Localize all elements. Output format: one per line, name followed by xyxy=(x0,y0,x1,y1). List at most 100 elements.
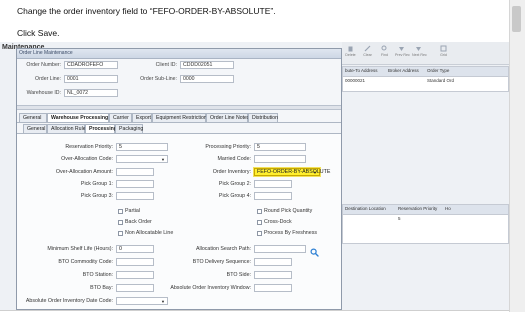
chevron-down-icon: ▼ xyxy=(313,170,317,175)
pick-group-3-field[interactable] xyxy=(116,192,154,200)
toolbar-prev-record-label: Prev Rec xyxy=(395,53,410,57)
reservation-priority-field[interactable]: 5 xyxy=(116,143,168,151)
order-inventory-dropdown[interactable]: FEFO-ORDER-BY-ABSOLUTE ▼ xyxy=(254,168,330,176)
client-id-field[interactable]: CDDD02051 xyxy=(180,61,234,69)
toolbar-next-record-button[interactable]: Next Rec xyxy=(412,45,427,57)
find-icon xyxy=(381,45,388,52)
processing-tab-panel: Reservation Priority: 5 Processing Prior… xyxy=(17,134,341,309)
grid-header-cell: Order Type xyxy=(427,68,450,73)
tab-order-line-notes[interactable]: Order Line Notes xyxy=(206,113,250,122)
order-subline-label: Order Sub-Line: xyxy=(140,76,177,82)
tab-warehouse-processing[interactable]: Warehouse Processing xyxy=(47,113,109,122)
document-scrollbar[interactable] xyxy=(509,0,525,312)
order-line-label: Order Line: xyxy=(35,76,61,82)
tab-equipment-restrictions[interactable]: Equipment Restrictions xyxy=(152,113,209,122)
order-line-maintenance-dialog: Order Line Maintenance Order Number: CDA… xyxy=(16,48,342,310)
processing-priority-label: Processing Priority: xyxy=(205,144,251,150)
toolbar-clear-button[interactable]: Clear xyxy=(361,45,374,57)
bto-station-field[interactable] xyxy=(116,271,154,279)
search-icon[interactable] xyxy=(310,244,319,257)
toolbar-next-record-label: Next Rec xyxy=(412,53,427,57)
reservation-priority-label: Reservation Priority: xyxy=(65,144,113,150)
bto-bay-field[interactable] xyxy=(116,284,154,292)
non-allocatable-line-checkbox[interactable] xyxy=(118,231,123,236)
toolbar-delete-button[interactable]: Delete xyxy=(344,45,357,57)
subtab-packaging[interactable]: Packaging xyxy=(115,124,143,133)
dialog-title: Order Line Maintenance xyxy=(19,50,73,56)
absolute-order-inventory-date-code-dropdown[interactable]: ▼ xyxy=(116,297,168,305)
section-divider xyxy=(17,105,341,110)
partial-checkbox-label: Partial xyxy=(125,208,141,214)
bto-side-label: BTO Side: xyxy=(226,272,251,278)
subtab-allocation-rules[interactable]: Allocation Rules xyxy=(47,124,88,133)
background-orders-grid: bute-To Address Broker Address Order Typ… xyxy=(342,66,509,92)
tab-export[interactable]: Export xyxy=(132,113,152,122)
order-line-field[interactable]: 0001 xyxy=(64,75,118,83)
pick-group-3-label: Pick Group 3: xyxy=(80,193,113,199)
toolbar-find-button[interactable]: Find xyxy=(378,45,391,57)
bto-delivery-sequence-label: BTO Delivery Sequence: xyxy=(192,259,251,265)
process-by-freshness-label: Process By Freshness xyxy=(264,230,317,236)
clear-icon xyxy=(364,45,371,52)
tab-distribution[interactable]: Distribution xyxy=(248,113,278,122)
warehouse-id-label: Warehouse ID: xyxy=(26,90,61,96)
back-order-checkbox[interactable] xyxy=(118,220,123,225)
subtab-general[interactable]: General xyxy=(23,124,47,133)
grid-cell[interactable]: 00000021 xyxy=(345,78,365,83)
pick-group-4-label: Pick Group 4: xyxy=(218,193,251,199)
order-number-field[interactable]: CDADROFEFO xyxy=(64,61,118,69)
process-by-freshness-checkbox[interactable] xyxy=(257,231,262,236)
over-allocation-amount-field[interactable] xyxy=(116,168,154,176)
round-pick-quantity-label: Round Pick Quantity xyxy=(264,208,313,214)
allocation-search-path-label: Allocation Search Path: xyxy=(195,246,251,252)
grid-icon xyxy=(440,45,447,52)
bto-side-field[interactable] xyxy=(254,271,292,279)
toolbar-delete-label: Delete xyxy=(345,53,356,57)
over-allocation-code-label: Over-Allocation Code: xyxy=(61,156,113,162)
cross-dock-checkbox[interactable] xyxy=(257,220,262,225)
absolute-order-inventory-window-field[interactable] xyxy=(254,284,292,292)
grid-header-cell: Destination Location xyxy=(345,206,386,211)
subtab-processing[interactable]: Processing xyxy=(85,124,117,133)
toolbar-prev-record-button[interactable]: Prev Rec xyxy=(395,45,410,57)
tab-general[interactable]: General xyxy=(19,113,47,122)
min-shelf-life-field[interactable]: 0 xyxy=(116,245,154,253)
order-subline-field[interactable]: 0000 xyxy=(180,75,234,83)
order-inventory-label: Order Inventory: xyxy=(212,169,251,175)
toolbar-clear-label: Clear xyxy=(363,53,372,57)
tab-carrier[interactable]: Carrier xyxy=(109,113,132,122)
back-order-checkbox-label: Back Order xyxy=(125,219,152,225)
over-allocation-amount-label: Over-Allocation Amount: xyxy=(55,169,113,175)
pick-group-2-field[interactable] xyxy=(254,180,292,188)
pick-group-1-field[interactable] xyxy=(116,180,154,188)
grid-header-cell: Ho xyxy=(445,206,451,211)
partial-checkbox[interactable] xyxy=(118,209,123,214)
grid-cell[interactable]: 5 xyxy=(398,216,401,221)
toolbar-grid-label: Grid xyxy=(440,53,447,57)
married-code-label: Married Code: xyxy=(217,156,251,162)
order-inventory-value: FEFO-ORDER-BY-ABSOLUTE xyxy=(257,169,331,175)
arrow-down-icon xyxy=(398,45,405,52)
order-number-label: Order Number: xyxy=(26,62,61,68)
client-id-label: Client ID: xyxy=(155,62,177,68)
absolute-order-inventory-window-label: Absolute Order Inventory Window: xyxy=(170,285,251,291)
scrollbar-thumb[interactable] xyxy=(512,6,521,32)
processing-priority-field[interactable]: 5 xyxy=(254,143,306,151)
warehouse-id-field[interactable]: NL_0072 xyxy=(64,89,118,97)
over-allocation-code-dropdown[interactable]: ▼ xyxy=(116,155,168,163)
grid-cell[interactable]: Standard Ord xyxy=(427,78,454,83)
grid-header-cell: bute-To Address xyxy=(345,68,378,73)
absolute-order-inventory-date-code-label: Absolute Order Inventory Date Code: xyxy=(25,298,113,304)
pick-group-4-field[interactable] xyxy=(254,192,292,200)
non-allocatable-line-label: Non Allocatable Line xyxy=(125,230,174,236)
bto-bay-label: BTO Bay: xyxy=(90,285,113,291)
bto-station-label: BTO Station: xyxy=(82,272,113,278)
bto-delivery-sequence-field[interactable] xyxy=(254,258,292,266)
toolbar-grid-button[interactable]: Grid xyxy=(437,45,450,57)
round-pick-quantity-checkbox[interactable] xyxy=(257,209,262,214)
instruction-step-2: Click Save. xyxy=(17,28,60,38)
grid-header-cell: Reservation Priority xyxy=(398,206,438,211)
married-code-field[interactable] xyxy=(254,155,306,163)
allocation-search-path-field[interactable] xyxy=(254,245,306,253)
bto-commodity-code-field[interactable] xyxy=(116,258,154,266)
